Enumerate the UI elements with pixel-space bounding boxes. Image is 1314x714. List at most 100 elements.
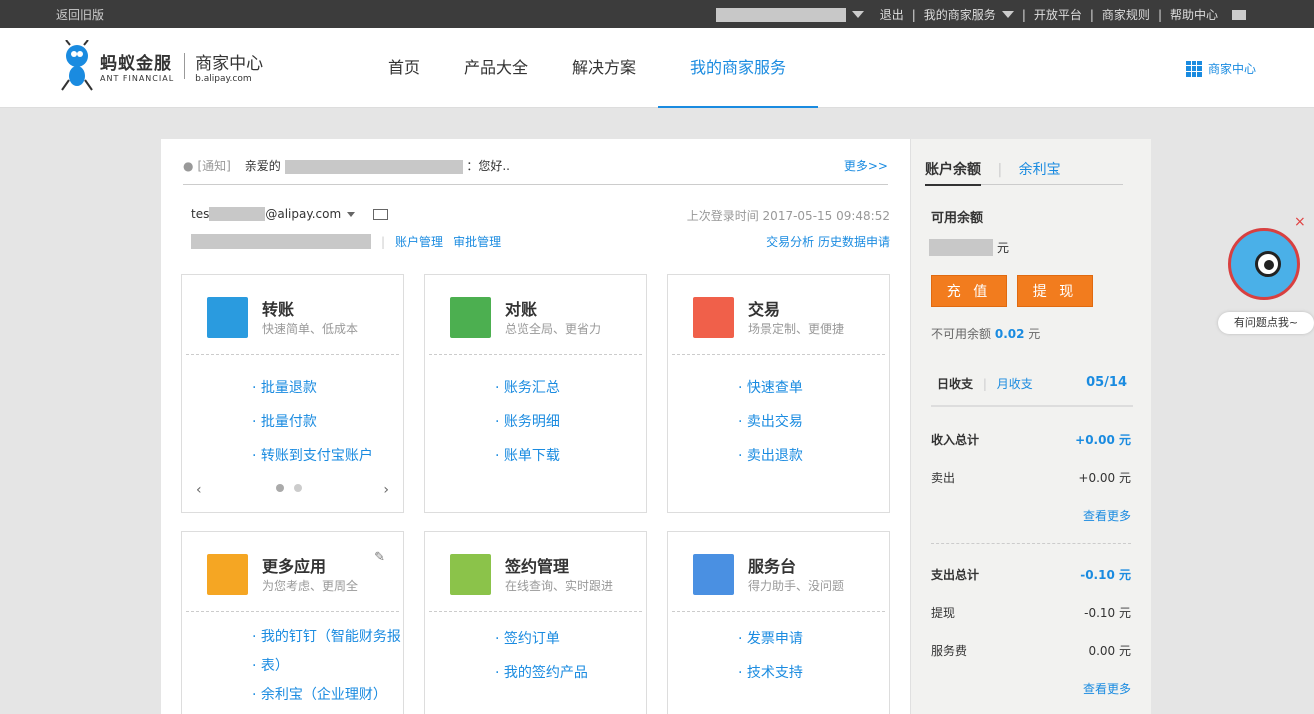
link-contract-order[interactable]: 签约订单 bbox=[495, 622, 646, 656]
income-tabs: 日收支 | 月收支 05/14 bbox=[931, 375, 1133, 407]
chevron-down-icon[interactable] bbox=[347, 211, 356, 217]
notice-redacted bbox=[284, 159, 463, 174]
tab-balance[interactable]: 账户余额 bbox=[925, 162, 981, 186]
card-desc: 快速简单、低成本 bbox=[262, 322, 359, 336]
available-label: 可用余额 bbox=[931, 211, 984, 226]
transfer-icon[interactable] bbox=[207, 297, 248, 338]
back-to-old-link[interactable]: 返回旧版 bbox=[56, 6, 104, 23]
main-nav: 首页 产品大全 解决方案 我的商家服务 bbox=[366, 28, 819, 108]
card-transfer: 转账快速简单、低成本 批量退款批量付款转账到支付宝账户 ‹ › bbox=[181, 274, 404, 513]
link-quick-query[interactable]: 快速查单 bbox=[738, 371, 889, 405]
card-reconcile: 对账总览全局、更省力 账务汇总账务明细账单下载 bbox=[424, 274, 647, 513]
notice-tag: [通知] bbox=[197, 159, 231, 173]
pager-dot[interactable] bbox=[294, 484, 302, 492]
card-desc: 在线查询、实时跟进 bbox=[505, 579, 614, 593]
card-title[interactable]: 交易 bbox=[748, 296, 780, 320]
approve-manage-link[interactable]: 审批管理 bbox=[453, 235, 501, 249]
income-total-row: 收入总计 +0.00 元 bbox=[931, 433, 1131, 447]
help-link[interactable]: 帮助中心 bbox=[1170, 6, 1218, 23]
logo[interactable]: 蚂蚁金服 ANT FINANCIAL 商家中心 b.alipay.com bbox=[60, 40, 263, 92]
logout-link[interactable]: 退出 bbox=[880, 6, 904, 23]
merchant-center-link[interactable]: 商家中心 bbox=[1185, 60, 1256, 77]
id-card-icon[interactable] bbox=[373, 208, 389, 220]
link-batch-refund[interactable]: 批量退款 bbox=[252, 371, 403, 405]
link-transfer-alipay[interactable]: 转账到支付宝账户 bbox=[252, 439, 403, 473]
link-account-detail[interactable]: 账务明细 bbox=[495, 405, 646, 439]
card-title[interactable]: 更多应用 bbox=[262, 553, 326, 577]
chevron-left-icon[interactable]: ‹ bbox=[196, 482, 202, 498]
notice-bar: ● [通知] 亲爱的 ：您好.. 更多>> bbox=[183, 157, 888, 185]
link-bill-download[interactable]: 账单下载 bbox=[495, 439, 646, 473]
link-sell-refund[interactable]: 卖出退款 bbox=[738, 439, 889, 473]
edit-icon[interactable]: ✎ bbox=[374, 550, 385, 565]
grid-icon[interactable] bbox=[207, 554, 248, 595]
tab-monthly[interactable]: 月收支 bbox=[997, 377, 1033, 391]
history-data-link[interactable]: 历史数据申请 bbox=[818, 235, 890, 249]
ant-logo-icon bbox=[61, 40, 93, 91]
link-yulibao[interactable]: 余利宝（企业理财） bbox=[252, 680, 403, 710]
last-login: 上次登录时间 2017-05-15 09:48:52 bbox=[686, 209, 890, 223]
header: 蚂蚁金服 ANT FINANCIAL 商家中心 b.alipay.com 首页 产品… bbox=[0, 28, 1314, 108]
nav-products[interactable]: 产品大全 bbox=[442, 28, 550, 108]
tab-yulibao[interactable]: 余利宝 bbox=[1019, 162, 1061, 178]
help-bot-label[interactable]: 有问题点我~ bbox=[1218, 312, 1314, 334]
trend-icon[interactable] bbox=[693, 297, 734, 338]
chevron-down-icon[interactable] bbox=[851, 11, 864, 18]
date-label: 05/14 bbox=[1086, 375, 1127, 390]
edit-doc-icon[interactable] bbox=[450, 554, 491, 595]
open-platform-link[interactable]: 开放平台 bbox=[1034, 6, 1082, 23]
expense-total-row: 支出总计 -0.10 元 bbox=[931, 568, 1131, 582]
link-account-summary[interactable]: 账务汇总 bbox=[495, 371, 646, 405]
window-icon[interactable] bbox=[693, 554, 734, 595]
nav-solutions[interactable]: 解决方案 bbox=[550, 28, 658, 108]
logo-en: ANT FINANCIAL bbox=[100, 74, 175, 83]
notice-more-link[interactable]: 更多>> bbox=[844, 157, 888, 174]
card-service-desk: 服务台得力助手、没问题 发票申请技术支持 bbox=[667, 531, 890, 714]
card-contract: 签约管理在线查询、实时跟进 签约订单我的签约产品 bbox=[424, 531, 647, 714]
balance-panel: 账户余额 | 余利宝 可用余额 元 充 值 提 现 不可用余额 0.02 元 日… bbox=[910, 139, 1151, 714]
logo-sub-en: b.alipay.com bbox=[195, 73, 252, 84]
recharge-button[interactable]: 充 值 bbox=[931, 275, 1007, 307]
nav-home[interactable]: 首页 bbox=[366, 28, 442, 108]
merchant-center-label: 商家中心 bbox=[1207, 62, 1256, 76]
help-bot[interactable]: × 有问题点我~ bbox=[1218, 214, 1314, 336]
reconcile-icon[interactable] bbox=[450, 297, 491, 338]
withdraw-row: 提现 -0.10 元 bbox=[931, 606, 1131, 620]
card-trade: 交易场景定制、更便捷 快速查单卖出交易卖出退款 bbox=[667, 274, 890, 513]
card-title[interactable]: 签约管理 bbox=[505, 553, 569, 577]
link-dingding-cont[interactable]: 表） bbox=[252, 652, 403, 680]
available-balance: 元 bbox=[929, 239, 1009, 256]
my-service-link[interactable]: 我的商家服务 bbox=[924, 6, 996, 23]
rules-link[interactable]: 商家规则 bbox=[1102, 6, 1150, 23]
link-batch-pay[interactable]: 批量付款 bbox=[252, 405, 403, 439]
card-desc: 为您考虑、更周全 bbox=[262, 579, 359, 593]
card-title[interactable]: 对账 bbox=[505, 296, 537, 320]
balance-tabs: 账户余额 | 余利宝 bbox=[925, 159, 1123, 186]
nav-my-service[interactable]: 我的商家服务 bbox=[658, 28, 819, 108]
withdraw-button[interactable]: 提 现 bbox=[1017, 275, 1093, 307]
trade-analysis-link[interactable]: 交易分析 bbox=[766, 235, 814, 249]
close-icon[interactable]: × bbox=[1294, 214, 1306, 230]
account-manage-link[interactable]: 账户管理 bbox=[395, 235, 443, 249]
link-tech-support[interactable]: 技术支持 bbox=[738, 656, 889, 690]
card-title[interactable]: 转账 bbox=[262, 296, 294, 320]
account-info: tes @alipay.com 上次登录时间 2017-05-15 09:48:… bbox=[191, 207, 890, 249]
link-dingding[interactable]: 我的钉钉（智能财务报 bbox=[252, 622, 403, 652]
link-my-contract-product[interactable]: 我的签约产品 bbox=[495, 656, 646, 690]
pager-dot[interactable] bbox=[276, 484, 284, 492]
mail-icon[interactable] bbox=[1232, 9, 1246, 20]
card-title[interactable]: 服务台 bbox=[748, 553, 796, 577]
chevron-right-icon[interactable]: › bbox=[383, 482, 389, 498]
view-more-expense-link[interactable]: 查看更多 bbox=[1083, 680, 1131, 697]
view-more-income-link[interactable]: 查看更多 bbox=[1083, 507, 1131, 524]
fee-row: 服务费 0.00 元 bbox=[931, 644, 1131, 658]
account-name-redacted bbox=[191, 234, 371, 249]
tab-daily[interactable]: 日收支 bbox=[937, 377, 973, 391]
chevron-down-icon[interactable] bbox=[1001, 11, 1014, 18]
robot-avatar-icon[interactable] bbox=[1228, 228, 1300, 300]
link-invoice[interactable]: 发票申请 bbox=[738, 622, 889, 656]
card-desc: 场景定制、更便捷 bbox=[748, 322, 845, 336]
top-bar-right: 退出 | 我的商家服务 | 开放平台 | 商家规则 | 帮助中心 bbox=[715, 6, 1246, 23]
link-sell-trade[interactable]: 卖出交易 bbox=[738, 405, 889, 439]
notice-tail[interactable]: ：您好.. bbox=[466, 159, 510, 173]
